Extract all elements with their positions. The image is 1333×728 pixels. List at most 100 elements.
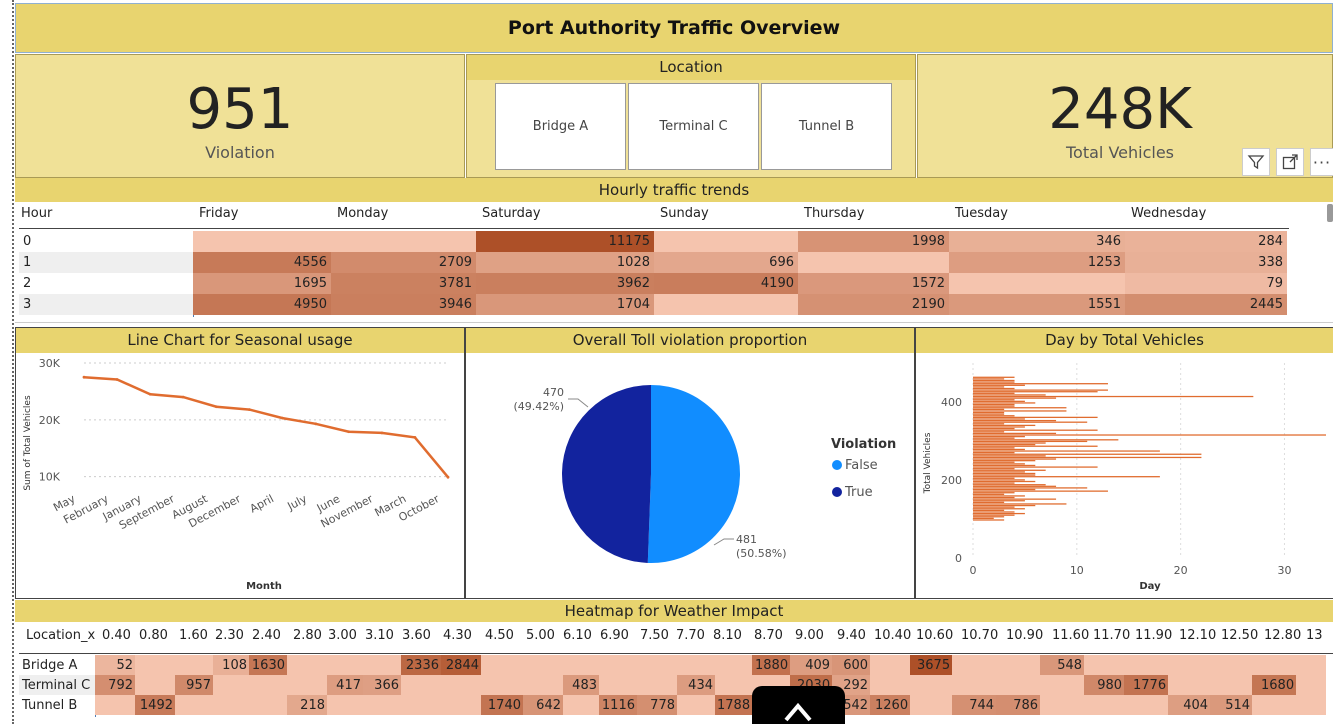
heatmap-column-header[interactable]: 1.60 bbox=[179, 628, 208, 643]
kpi-vehicles-card[interactable]: 248K Total Vehicles bbox=[917, 54, 1333, 178]
line-point[interactable] bbox=[446, 475, 450, 479]
location-slicer[interactable]: Location Bridge A Terminal C Tunnel B bbox=[466, 54, 916, 178]
legend-marker[interactable] bbox=[832, 460, 842, 470]
bar[interactable] bbox=[973, 453, 1202, 455]
bar[interactable] bbox=[973, 504, 1036, 507]
heatmap-column-header[interactable]: 3.60 bbox=[402, 628, 431, 643]
bar[interactable] bbox=[973, 480, 1036, 483]
bar[interactable] bbox=[973, 501, 1005, 503]
bar[interactable] bbox=[973, 447, 1015, 449]
line-point[interactable] bbox=[82, 375, 86, 379]
bar[interactable] bbox=[973, 415, 1015, 417]
heatmap-column-header[interactable]: 9.00 bbox=[795, 628, 824, 643]
bar[interactable] bbox=[973, 443, 1036, 446]
slicer-option-bridge-a[interactable]: Bridge A bbox=[495, 83, 626, 170]
heatmap-column-header[interactable]: 10.60 bbox=[916, 628, 953, 643]
pie-slice[interactable] bbox=[647, 385, 740, 563]
bar[interactable] bbox=[973, 400, 1025, 402]
bar[interactable] bbox=[973, 416, 1098, 419]
bar[interactable] bbox=[973, 472, 1036, 475]
heatmap-column-header[interactable]: 11.60 bbox=[1052, 628, 1089, 643]
bar[interactable] bbox=[973, 503, 1067, 505]
bar[interactable] bbox=[973, 456, 1202, 459]
heatmap-column-header[interactable]: 12.50 bbox=[1221, 628, 1258, 643]
heatmap-column-header[interactable]: 13 bbox=[1306, 628, 1323, 643]
bar[interactable] bbox=[973, 392, 1015, 394]
heatmap-column-header[interactable]: 11.90 bbox=[1135, 628, 1172, 643]
bar[interactable] bbox=[973, 506, 1015, 508]
bar[interactable] bbox=[973, 466, 1098, 468]
bar[interactable] bbox=[973, 402, 1036, 404]
filter-icon[interactable] bbox=[1242, 148, 1270, 176]
bar[interactable] bbox=[973, 387, 1015, 390]
line-point[interactable] bbox=[413, 436, 417, 439]
matrix-column-header[interactable]: Hour bbox=[21, 206, 52, 221]
matrix-column-header[interactable]: Wednesday bbox=[1131, 206, 1206, 221]
focus-mode-icon[interactable] bbox=[1276, 148, 1304, 176]
bar[interactable] bbox=[973, 455, 1046, 457]
heatmap-column-header[interactable]: 0.40 bbox=[102, 628, 131, 643]
bar[interactable] bbox=[973, 485, 1057, 487]
heatmap-column-header[interactable]: 2.30 bbox=[215, 628, 244, 643]
bar[interactable] bbox=[973, 440, 1088, 443]
line-series[interactable] bbox=[83, 375, 449, 479]
kpi-violation-card[interactable]: 951 Violation bbox=[15, 54, 465, 178]
line-point[interactable] bbox=[214, 405, 218, 409]
heatmap-column-header[interactable]: 10.90 bbox=[1006, 628, 1043, 643]
bar[interactable] bbox=[973, 379, 1015, 382]
bar[interactable] bbox=[973, 452, 1015, 454]
bar[interactable] bbox=[973, 469, 1046, 471]
bar[interactable] bbox=[973, 461, 1015, 463]
bar[interactable] bbox=[973, 487, 1088, 489]
bar[interactable] bbox=[973, 419, 1057, 422]
heatmap-column-header[interactable]: 5.00 bbox=[526, 628, 555, 643]
matrix-scrollbar[interactable] bbox=[1327, 204, 1333, 222]
bar[interactable] bbox=[973, 490, 1108, 492]
bar[interactable] bbox=[973, 479, 1025, 481]
bar[interactable] bbox=[973, 463, 1025, 465]
bar[interactable] bbox=[973, 408, 1005, 410]
heatmap-column-header[interactable]: 3.10 bbox=[365, 628, 394, 643]
bar[interactable] bbox=[973, 407, 1067, 409]
bar[interactable] bbox=[973, 378, 1005, 380]
bar[interactable] bbox=[973, 384, 1025, 386]
line-point[interactable] bbox=[181, 395, 185, 399]
heatmap-column-header[interactable]: 8.10 bbox=[713, 628, 742, 643]
heatmap-column-header[interactable]: 12.10 bbox=[1179, 628, 1216, 643]
heatmap-column-header[interactable]: 6.90 bbox=[600, 628, 629, 643]
legend-marker[interactable] bbox=[832, 487, 842, 497]
matrix-column-header[interactable]: Saturday bbox=[482, 206, 541, 221]
bar[interactable] bbox=[973, 424, 1036, 427]
bar[interactable] bbox=[973, 519, 1005, 521]
bar[interactable] bbox=[973, 429, 1098, 431]
line-point[interactable] bbox=[115, 378, 119, 381]
bar[interactable] bbox=[973, 410, 1067, 412]
heatmap-column-header[interactable]: 4.30 bbox=[443, 628, 472, 643]
bar[interactable] bbox=[973, 500, 1025, 502]
bar[interactable] bbox=[973, 421, 1088, 423]
heatmap-column-header[interactable]: 4.50 bbox=[485, 628, 514, 643]
matrix-column-header[interactable]: Friday bbox=[199, 206, 238, 221]
heatmap-column-header[interactable]: 6.10 bbox=[563, 628, 592, 643]
bar[interactable] bbox=[973, 511, 1015, 513]
bar[interactable] bbox=[973, 512, 1025, 515]
matrix-column-header[interactable]: Monday bbox=[337, 206, 388, 221]
bar[interactable] bbox=[973, 391, 1098, 393]
bar[interactable] bbox=[973, 445, 1098, 447]
heatmap-column-header[interactable]: 12.80 bbox=[1264, 628, 1301, 643]
bar[interactable] bbox=[973, 376, 1015, 378]
bar[interactable] bbox=[973, 516, 1005, 518]
bar[interactable] bbox=[973, 432, 1057, 435]
legend-item[interactable]: True bbox=[844, 485, 873, 500]
line-point[interactable] bbox=[314, 422, 318, 426]
bar[interactable] bbox=[973, 413, 1005, 415]
heatmap-column-header[interactable]: 7.70 bbox=[676, 628, 705, 643]
bar[interactable] bbox=[973, 492, 1015, 494]
bar[interactable] bbox=[973, 482, 1015, 484]
bar[interactable] bbox=[973, 394, 1046, 396]
bar[interactable] bbox=[973, 508, 1025, 510]
bar[interactable] bbox=[973, 468, 1015, 470]
bar[interactable] bbox=[973, 405, 1015, 407]
line-point[interactable] bbox=[380, 431, 384, 435]
bar[interactable] bbox=[973, 509, 1005, 512]
